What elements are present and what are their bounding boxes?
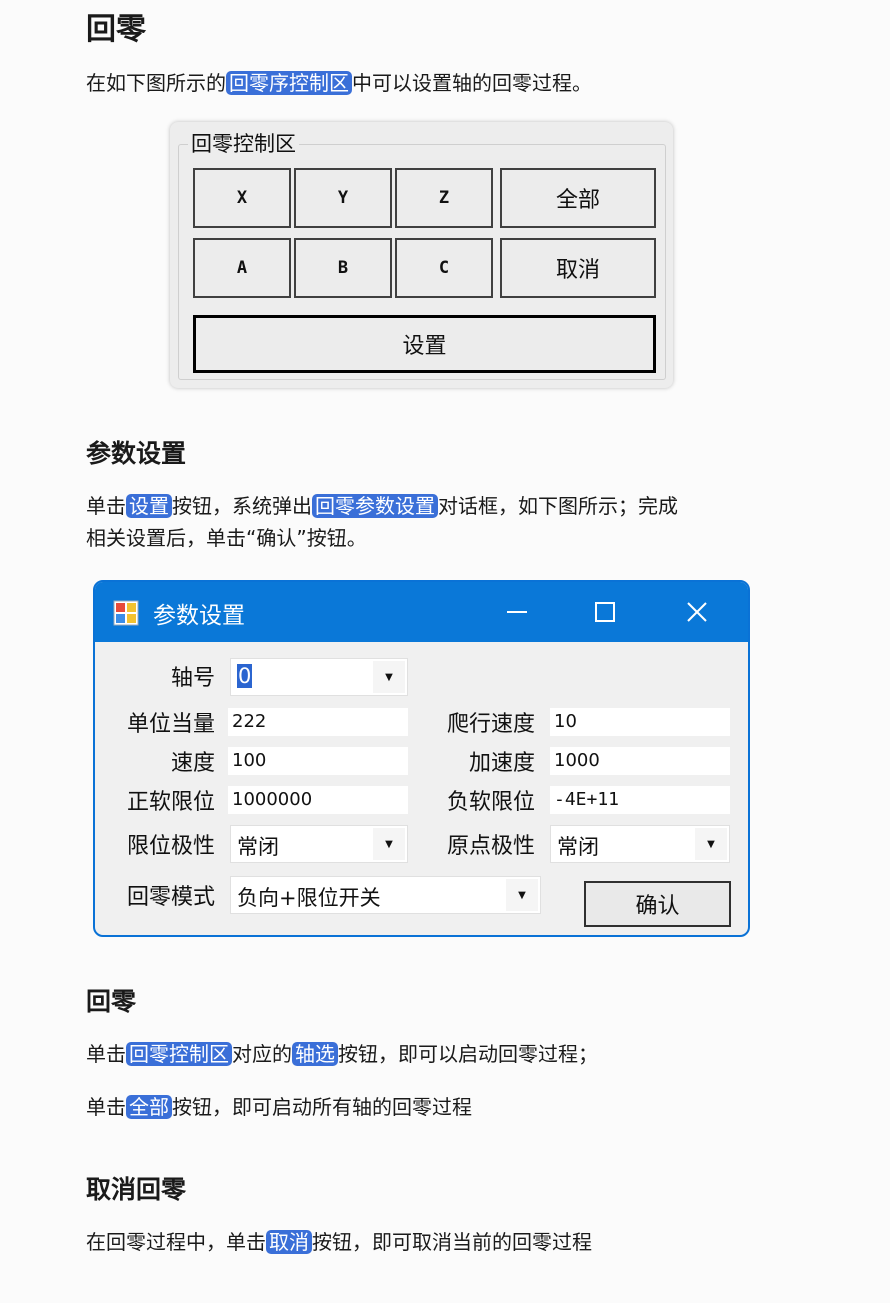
params-paragraph-2: 相关设置后，单击“确认”按钮。 [86,526,367,550]
text: 单击 [86,1042,126,1066]
limit-polarity-value: 常闭 [237,835,279,859]
home-cancel-button[interactable]: 取消 [500,238,656,298]
speed-input[interactable]: 100 [228,747,408,775]
highlight-axis-select: 轴选 [292,1042,338,1066]
accel-label: 加速度 [468,751,535,776]
page-title: 回零 [86,12,146,47]
text: 按钮，即可取消当前的回零过程 [312,1230,592,1254]
section-heading-home: 回零 [86,987,137,1016]
highlight-home-zone: 回零序控制区 [226,71,352,95]
maximize-icon[interactable] [585,592,625,632]
home-a-button[interactable]: A [193,238,291,298]
cancel-paragraph: 在回零过程中，单击 取消 按钮，即可取消当前的回零过程 [86,1226,592,1258]
limit-polarity-label: 限位极性 [126,834,215,859]
section-heading-params: 参数设置 [86,439,187,468]
origin-polarity-label: 原点极性 [446,834,535,859]
pos-soft-limit-label: 正软限位 [126,790,215,815]
crawl-speed-label: 爬行速度 [446,712,535,737]
highlight-cancel: 取消 [266,1230,312,1254]
pos-soft-limit-input[interactable]: 1000000 [228,786,408,814]
home-all-button[interactable]: 全部 [500,168,656,228]
home-mode-combo[interactable]: 负向+限位开关 ▼ [230,876,541,914]
unit-input[interactable]: 222 [228,708,408,736]
axis-selected-text: 0 [237,664,253,688]
home-paragraph-2: 单击 全部 按钮，即可启动所有轴的回零过程 [86,1091,472,1123]
dialog-title: 参数设置 [153,603,245,629]
text: 中可以设置轴的回零过程。 [352,71,592,95]
speed-label: 速度 [170,751,215,776]
home-mode-label: 回零模式 [126,885,215,910]
highlight-all: 全部 [126,1095,172,1119]
origin-polarity-value: 常闭 [557,835,599,859]
accel-input[interactable]: 1000 [550,747,730,775]
close-icon[interactable] [677,592,717,632]
chevron-down-icon[interactable]: ▼ [373,661,405,693]
text: 单击 [86,1095,126,1119]
origin-polarity-combo[interactable]: 常闭 ▼ [550,825,730,863]
param-dialog: 参数设置 轴号 0 ▼ 单位当量 222 爬行速度 10 速度 100 加速度 … [93,580,750,937]
text: 按钮，即可以启动回零过程； [338,1042,598,1066]
neg-soft-limit-label: 负软限位 [446,790,535,815]
intro-paragraph: 在如下图所示的 回零序控制区 中可以设置轴的回零过程。 [86,67,592,99]
text: 按钮，即可启动所有轴的回零过程 [172,1095,472,1119]
section-heading-cancel: 取消回零 [86,1175,187,1204]
home-mode-value: 负向+限位开关 [237,886,381,910]
chevron-down-icon[interactable]: ▼ [695,828,727,860]
dialog-titlebar: 参数设置 [95,582,748,642]
unit-label: 单位当量 [126,712,215,737]
chevron-down-icon[interactable]: ▼ [506,879,538,911]
home-paragraph-1: 单击 回零控制区 对应的 轴选 按钮，即可以启动回零过程； [86,1038,598,1070]
highlight-home-params: 回零参数设置 [312,494,438,518]
limit-polarity-combo[interactable]: 常闭 ▼ [230,825,408,863]
axis-label: 轴号 [170,666,215,691]
minimize-icon[interactable] [497,592,537,632]
home-control-panel: 回零控制区 X Y Z 全部 A B C 取消 设置 [170,122,673,388]
home-c-button[interactable]: C [395,238,493,298]
text: 对话框，如下图所示；完成 [438,494,678,518]
home-setup-button[interactable]: 设置 [193,315,656,373]
axis-value: 0 [237,664,253,688]
app-icon [113,600,139,626]
crawl-speed-input[interactable]: 10 [550,708,730,736]
axis-combo[interactable]: 0 ▼ [230,658,408,696]
highlight-setup: 设置 [126,494,172,518]
neg-soft-limit-input[interactable]: -4E+11 [550,786,730,814]
dialog-client: 轴号 0 ▼ 单位当量 222 爬行速度 10 速度 100 加速度 1000 … [95,642,748,935]
text: 按钮，系统弹出 [172,494,312,518]
params-paragraph: 单击 设置 按钮，系统弹出 回零参数设置 对话框，如下图所示；完成 [86,490,678,522]
text: 单击 [86,494,126,518]
home-b-button[interactable]: B [294,238,392,298]
text: 对应的 [232,1042,292,1066]
chevron-down-icon[interactable]: ▼ [373,828,405,860]
home-z-button[interactable]: Z [395,168,493,228]
confirm-button[interactable]: 确认 [584,881,731,927]
highlight-home-zone: 回零控制区 [126,1042,232,1066]
text: 在回零过程中，单击 [86,1230,266,1254]
text: 在如下图所示的 [86,71,226,95]
home-y-button[interactable]: Y [294,168,392,228]
group-title: 回零控制区 [188,128,299,158]
home-x-button[interactable]: X [193,168,291,228]
